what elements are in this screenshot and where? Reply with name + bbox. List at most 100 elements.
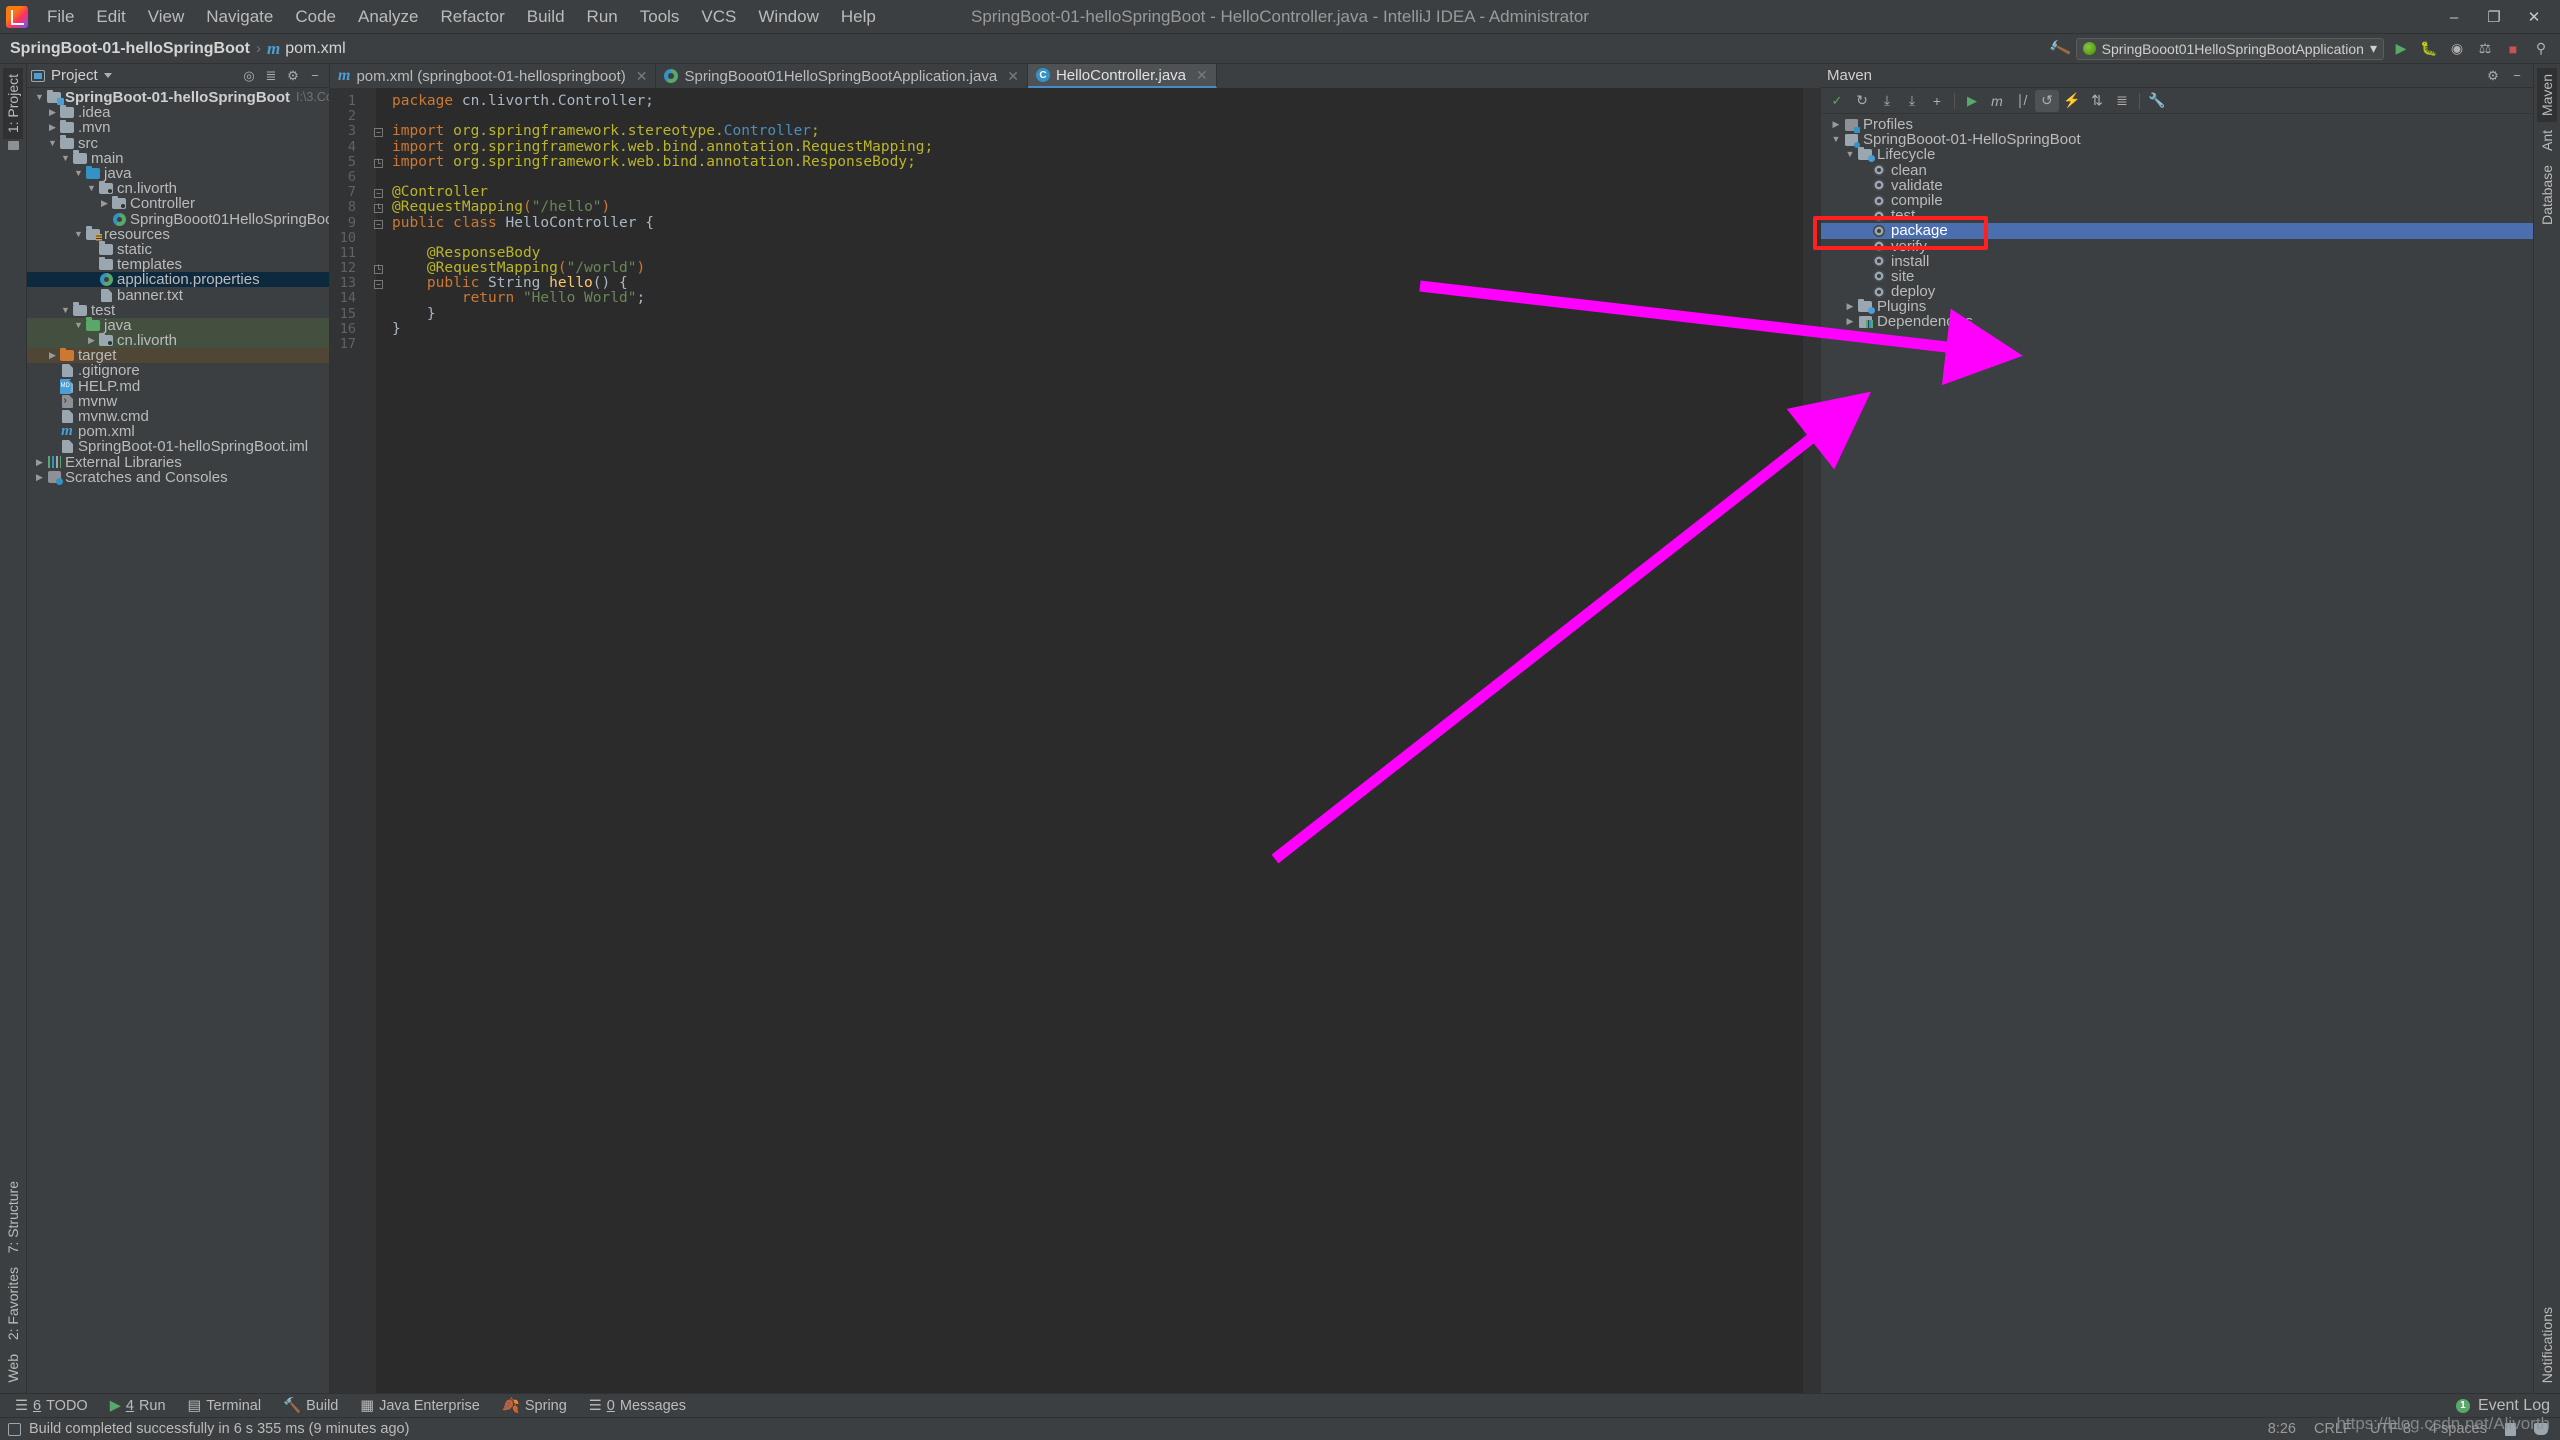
tree-twisty-icon[interactable]: ▶: [1843, 314, 1857, 329]
project-tree-row[interactable]: ▼ java: [27, 165, 329, 181]
collapse-all-icon[interactable]: ≣: [2110, 90, 2134, 112]
project-tree-row[interactable]: SpringBooot01HelloSpringBootApplication: [27, 212, 329, 227]
tree-twisty-icon[interactable]: ▶: [85, 333, 98, 348]
menu-navigate[interactable]: Navigate: [195, 3, 284, 31]
menu-help[interactable]: Help: [830, 3, 887, 31]
editor-code[interactable]: package cn.livorth.Controller; − import o…: [374, 88, 1821, 1393]
collapse-all-icon[interactable]: ≣: [261, 66, 281, 86]
tree-twisty-icon[interactable]: ▼: [72, 227, 85, 242]
project-panel-title[interactable]: Project: [31, 67, 112, 84]
editor-tab-bar[interactable]: m pom.xml (springboot-01-hellospringboot)…: [330, 64, 1821, 88]
rail-item-ant[interactable]: Ant: [2537, 124, 2557, 157]
code-fold-icon[interactable]: −: [374, 219, 383, 229]
spring-bean-gutter-icon[interactable]: [360, 186, 373, 199]
project-tree-row[interactable]: ▼ test: [27, 302, 329, 318]
tree-twisty-icon[interactable]: ▼: [59, 303, 72, 318]
menu-code[interactable]: Code: [284, 3, 347, 31]
maven-goal-package[interactable]: package: [1821, 223, 2533, 239]
code-fold-icon[interactable]: −: [374, 280, 383, 290]
editor-tab[interactable]: SpringBooot01HelloSpringBootApplication.…: [656, 64, 1028, 88]
menu-edit[interactable]: Edit: [85, 3, 136, 31]
code-line[interactable]: − @Controller: [374, 185, 1821, 200]
locate-icon[interactable]: ◎: [239, 66, 259, 86]
menu-view[interactable]: View: [137, 3, 196, 31]
tree-twisty-icon[interactable]: ▶: [33, 470, 46, 485]
lock-icon[interactable]: [2505, 1422, 2516, 1436]
maven-goal-icon[interactable]: m: [1985, 90, 2009, 112]
menu-refactor[interactable]: Refactor: [429, 3, 515, 31]
editor-gutter[interactable]: 1 2 3 4 5 6 7 8 9 10 11 12 13 14 15 16 17: [330, 88, 376, 1393]
maven-tree-row[interactable]: ▶ Profiles: [1821, 117, 2533, 133]
tree-twisty-icon[interactable]: ▶: [1829, 117, 1843, 132]
code-line[interactable]: − public class HelloController {: [374, 215, 1821, 231]
project-tree-row[interactable]: ▶ Controller: [27, 195, 329, 211]
project-tree-row[interactable]: ▶ External Libraries: [27, 455, 329, 470]
toggle-offline-icon[interactable]: ↺: [2035, 89, 2059, 112]
maven-tree-row[interactable]: deploy: [1821, 284, 2533, 299]
project-tree-row[interactable]: static: [27, 241, 329, 257]
search-everywhere-icon[interactable]: ⚲: [2530, 38, 2552, 60]
gutter-line[interactable]: 1: [330, 93, 376, 109]
maven-tree-row[interactable]: clean: [1821, 162, 2533, 178]
project-tree-row[interactable]: ▶ Scratches and Consoles: [27, 470, 329, 486]
project-tree-row[interactable]: mvnw.cmd: [27, 409, 329, 424]
rail-item-database[interactable]: Database: [2537, 159, 2557, 231]
gutter-line[interactable]: 13: [330, 276, 376, 291]
execute-goal-icon[interactable]: ⚡: [2060, 90, 2084, 112]
minimize-button[interactable]: –: [2434, 2, 2474, 32]
project-tree[interactable]: ▼ SpringBoot-01-helloSpringBoot I:\3.CodeF…: [27, 88, 329, 1393]
tree-twisty-icon[interactable]: ▶: [98, 196, 111, 211]
reimport-icon[interactable]: ↻: [1850, 90, 1874, 112]
gutter-line[interactable]: 3: [330, 124, 376, 139]
maven-tree-row[interactable]: ▶ Plugins: [1821, 298, 2533, 314]
maximize-button[interactable]: ❐: [2474, 2, 2514, 32]
project-tree-row[interactable]: ▼ main: [27, 150, 329, 166]
rail-item-project[interactable]: 1: Project: [3, 68, 23, 140]
settings-gear-icon[interactable]: ⚙: [2483, 66, 2503, 86]
project-tree-row[interactable]: ▶ .mvn: [27, 119, 329, 135]
gutter-line[interactable]: 9: [330, 215, 376, 231]
code-line[interactable]: @ResponseBody: [392, 245, 1821, 261]
skip-tests-icon[interactable]: ∣/: [2010, 90, 2034, 112]
editor-tab[interactable]: m pom.xml (springboot-01-hellospringboot)…: [330, 64, 657, 88]
maven-tree-row[interactable]: ▼ Lifecycle: [1821, 146, 2533, 163]
gutter-line[interactable]: 6: [330, 169, 376, 185]
file-encoding[interactable]: UTF-8: [2370, 1421, 2411, 1437]
code-line[interactable]: [392, 337, 1821, 352]
tree-twisty-icon[interactable]: ▼: [72, 166, 85, 181]
hide-panel-icon[interactable]: −: [305, 66, 325, 86]
project-tree-row[interactable]: .gitignore: [27, 363, 329, 378]
code-line[interactable]: return "Hello World";: [392, 291, 1821, 306]
code-line[interactable]: [392, 170, 1821, 185]
toolwindow-run[interactable]: ▶ 4 Run: [99, 1394, 177, 1418]
code-line[interactable]: − import org.springframework.stereotype.C…: [374, 124, 1821, 139]
profiler-button-icon[interactable]: ⚖: [2474, 38, 2496, 60]
toolwindow-terminal[interactable]: ▤ Terminal: [177, 1394, 273, 1418]
close-button[interactable]: ✕: [2514, 2, 2554, 32]
run-maven-build-icon[interactable]: ▶: [1960, 90, 1984, 112]
breadcrumb-file[interactable]: m pom.xml: [267, 39, 346, 59]
gutter-line[interactable]: 14: [330, 291, 376, 306]
code-line[interactable]: └ @RequestMapping("/world"): [374, 260, 1821, 276]
maven-tree-row[interactable]: compile: [1821, 193, 2533, 208]
project-tree-row[interactable]: ▶ .idea: [27, 104, 329, 120]
menu-analyze[interactable]: Analyze: [347, 3, 429, 31]
run-button-icon[interactable]: ▶: [2390, 38, 2412, 60]
tree-twisty-icon[interactable]: ▼: [46, 136, 59, 151]
menu-run[interactable]: Run: [576, 3, 629, 31]
toolwindow-java-enterprise[interactable]: ▦ Java Enterprise: [349, 1394, 490, 1418]
toolwindow-build[interactable]: 🔨 Build: [272, 1394, 349, 1418]
project-tree-row[interactable]: application.properties: [27, 272, 329, 288]
maven-tree-row[interactable]: site: [1821, 269, 2533, 284]
code-fold-icon[interactable]: └: [374, 265, 383, 275]
tree-twisty-icon[interactable]: ▼: [33, 90, 46, 105]
code-line[interactable]: [392, 109, 1821, 124]
menu-build[interactable]: Build: [516, 3, 576, 31]
indent-setting[interactable]: 4 spaces: [2429, 1421, 2487, 1437]
project-tree-row[interactable]: m pom.xml: [27, 424, 329, 440]
toolwindow-todo[interactable]: ☰ 6 TODO: [4, 1394, 99, 1418]
run-configuration-selector[interactable]: SpringBooot01HelloSpringBootApplication …: [2075, 37, 2384, 60]
project-tree-row[interactable]: ▶ target: [27, 347, 329, 364]
tree-twisty-icon[interactable]: ▶: [46, 120, 59, 135]
maven-tree-row[interactable]: ▼ SpringBooot-01-HelloSpringBoot: [1821, 132, 2533, 148]
